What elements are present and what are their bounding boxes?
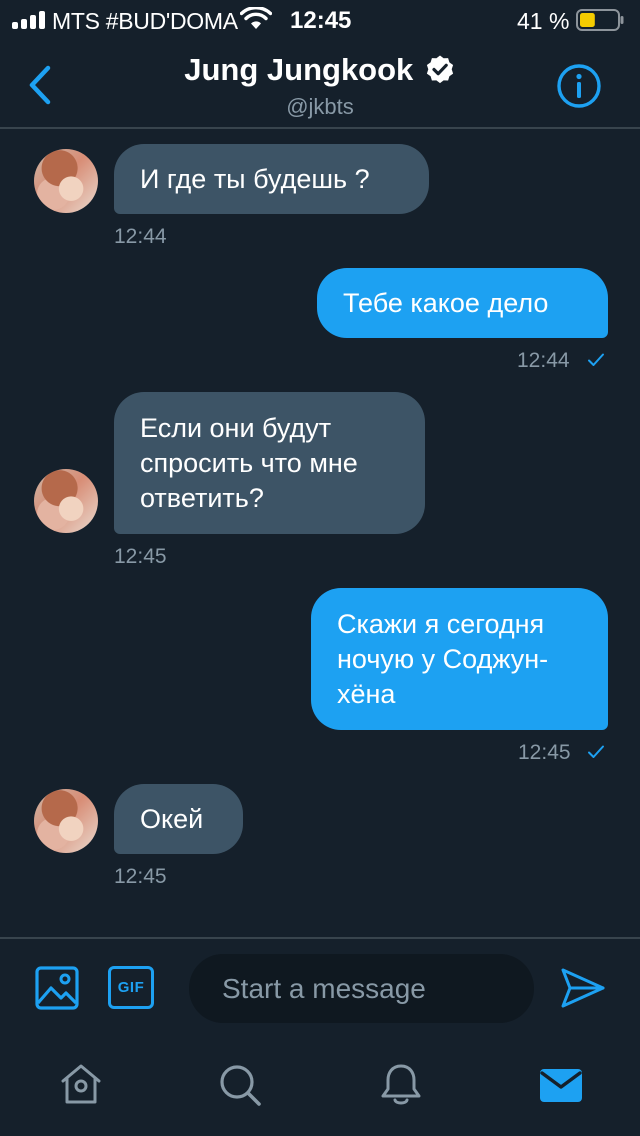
contact-avatar[interactable] — [34, 469, 98, 533]
conversation-title[interactable]: Jung Jungkook — [0, 52, 640, 88]
message-text-line: ночую у Соджун- — [337, 643, 549, 674]
contact-avatar[interactable] — [34, 789, 98, 853]
message-text-line: ответить? — [140, 482, 264, 513]
contact-name: Jung Jungkook — [184, 52, 414, 87]
message-timestamp: 12:45 — [518, 741, 571, 764]
gif-button[interactable]: GIF — [108, 966, 154, 1009]
header-divider — [0, 127, 640, 129]
read-checkmark-icon — [588, 353, 604, 366]
read-checkmark-icon — [588, 745, 604, 758]
message-bubble-sent[interactable]: Тебе какое дело — [317, 268, 608, 338]
message-text-line: спросить что мне — [140, 447, 358, 478]
verified-badge-icon — [426, 55, 453, 84]
message-bubble-received[interactable]: И где ты будешь ? — [114, 144, 429, 214]
battery-icon — [576, 9, 624, 31]
message-bubble-received[interactable]: Окей — [114, 784, 243, 854]
send-icon[interactable] — [560, 966, 606, 1010]
message-text-line: Если они будут — [140, 412, 332, 443]
image-icon[interactable] — [35, 966, 79, 1010]
message-bubble-received[interactable]: Если они будут спросить что мне ответить… — [114, 392, 425, 534]
status-bar: MTS #BUD'DOMA 12:45 41 % — [0, 0, 640, 40]
message-text: И где ты будешь ? — [140, 163, 370, 194]
message-text-line: Скажи я сегодня — [337, 608, 545, 639]
message-text: Окей — [140, 803, 204, 834]
message-timestamp: 12:45 — [114, 865, 167, 888]
message-text-line: хёна — [337, 678, 396, 709]
message-text: Тебе какое дело — [343, 287, 549, 318]
battery-percent: 41 % — [517, 8, 570, 34]
carrier-name: MTS #BUD'DOMA — [52, 8, 238, 34]
contact-handle: @jkbts — [286, 94, 354, 119]
message-timestamp: 12:45 — [114, 545, 167, 568]
signal-strength-icon — [12, 11, 48, 29]
status-time: 12:45 — [290, 7, 352, 34]
home-icon[interactable] — [58, 1062, 104, 1108]
conversation-header: Jung Jungkook @jkbts — [0, 40, 640, 128]
composer-divider — [0, 937, 640, 939]
contact-avatar[interactable] — [34, 149, 98, 213]
mail-icon[interactable] — [538, 1062, 584, 1108]
message-timestamp: 12:44 — [517, 349, 570, 372]
search-icon[interactable] — [217, 1062, 263, 1108]
message-timestamp: 12:44 — [114, 225, 167, 248]
wifi-icon — [240, 7, 272, 29]
message-input[interactable] — [189, 954, 534, 1023]
message-bubble-sent[interactable]: Скажи я сегодня ночую у Соджун- хёна — [311, 588, 608, 730]
info-icon[interactable] — [556, 63, 602, 109]
bell-icon[interactable] — [378, 1062, 424, 1108]
